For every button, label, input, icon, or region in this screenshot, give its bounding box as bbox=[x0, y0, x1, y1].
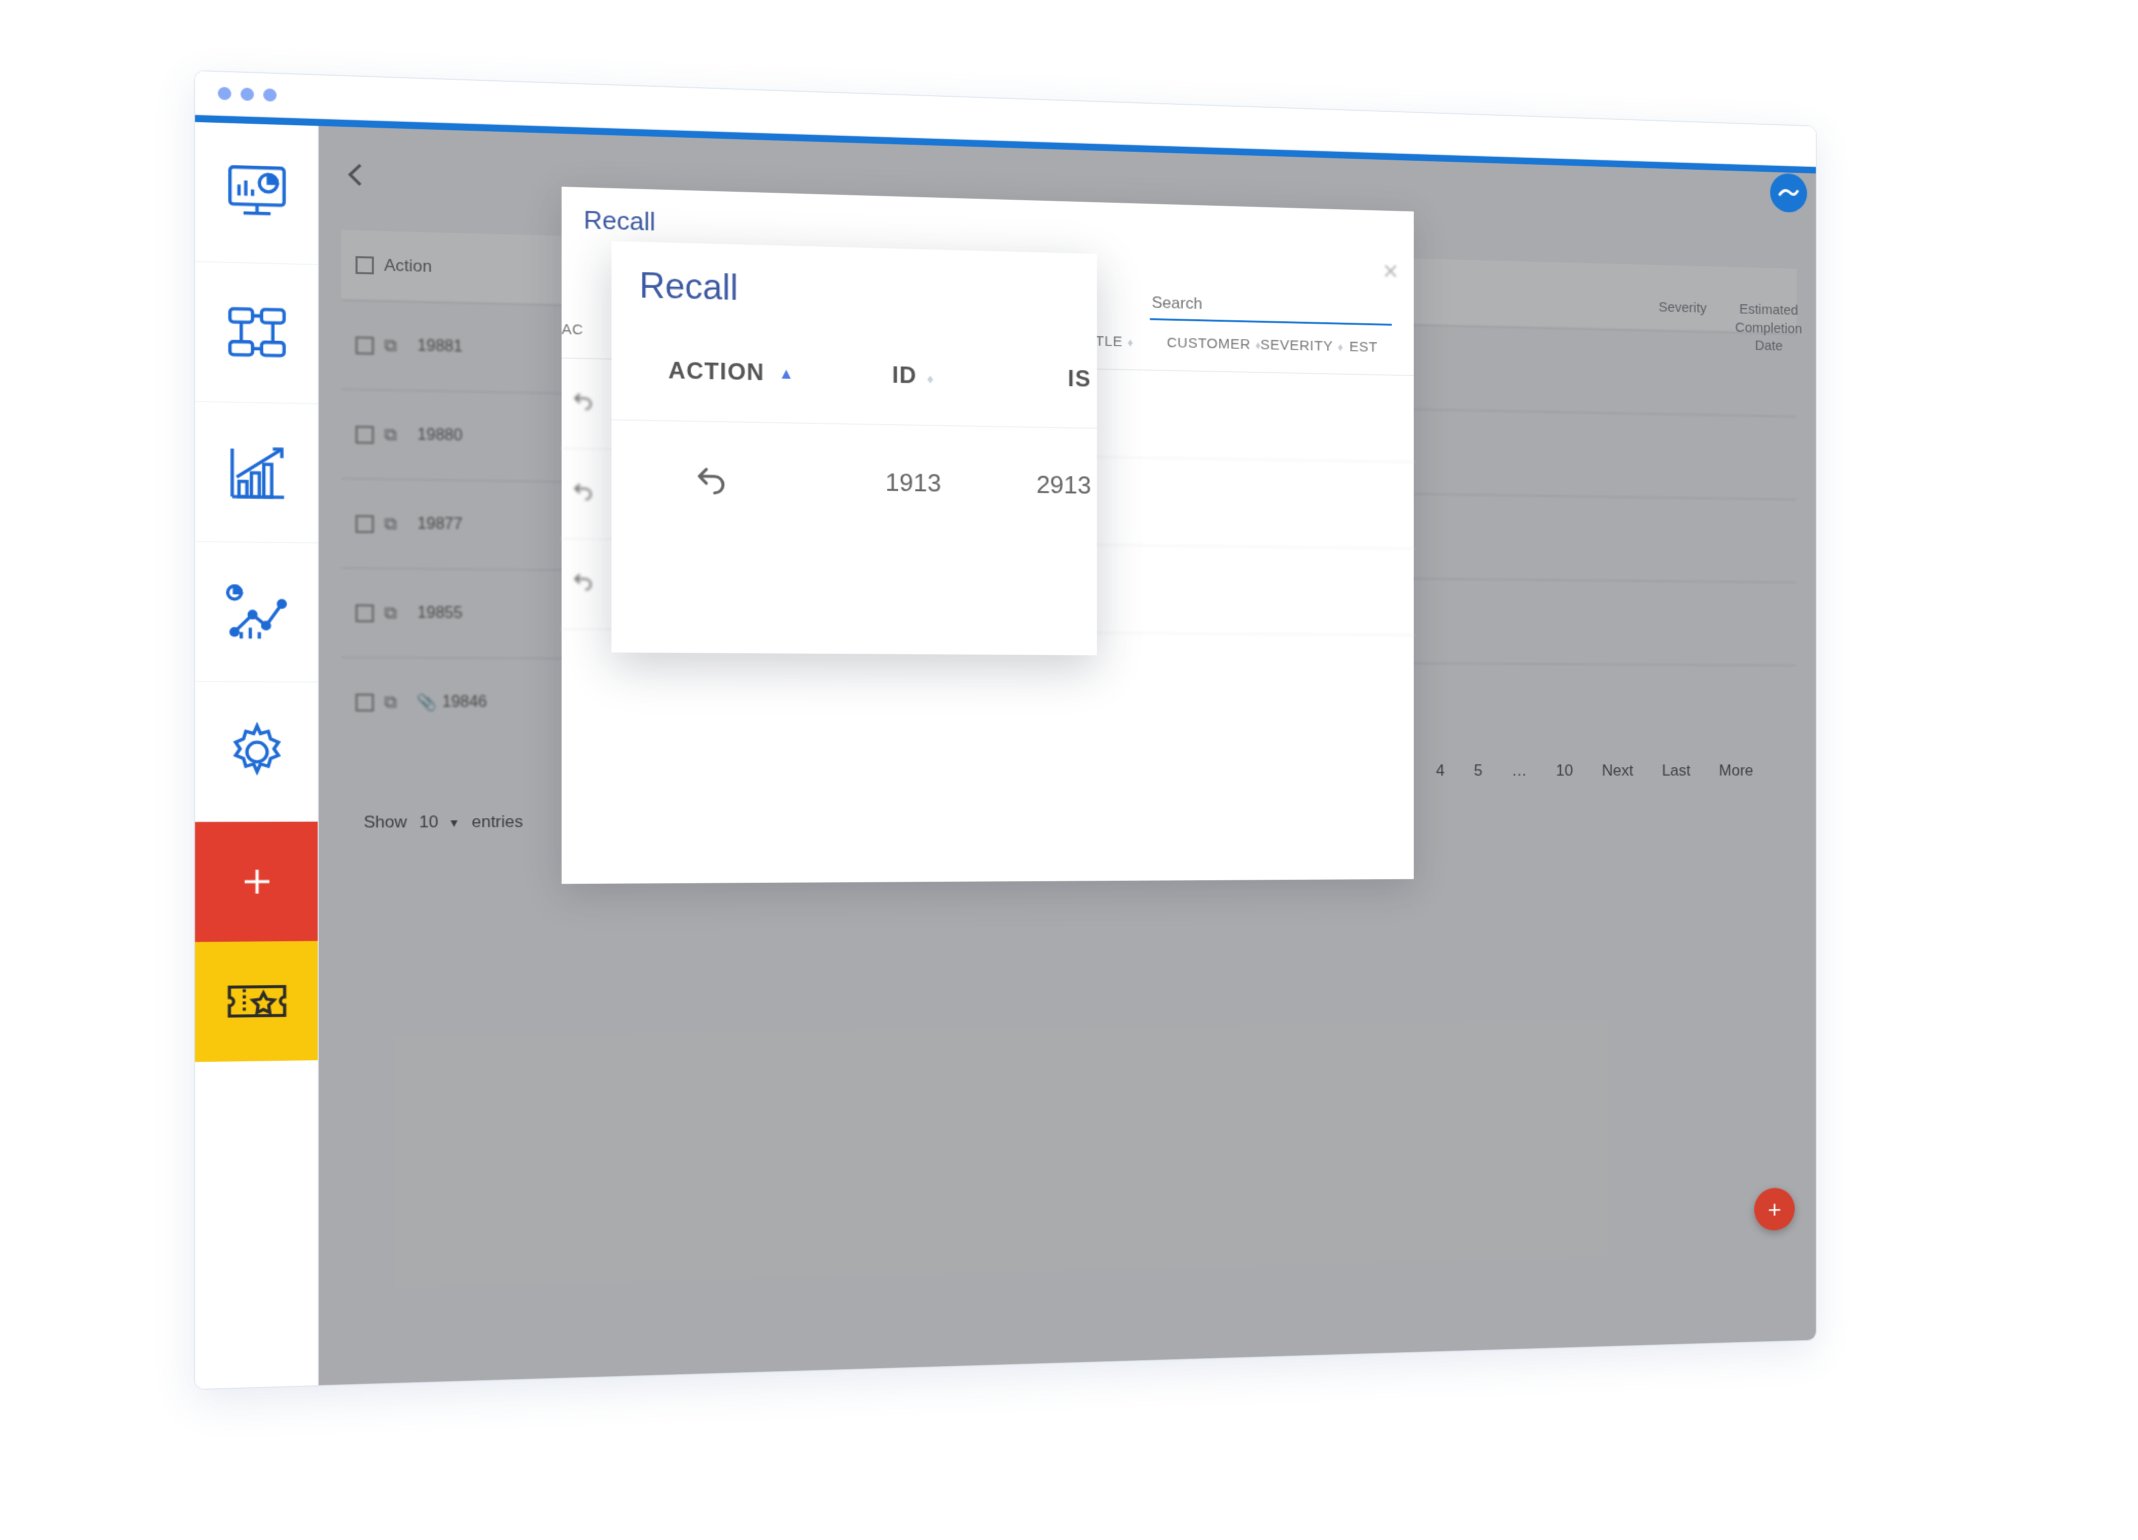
browser-window: Action ⧉19881 ⧉19880 ⧉19877 ⧉19855 ⧉📎 19… bbox=[194, 70, 1817, 1390]
column-severity[interactable]: SEVERITY bbox=[1260, 337, 1333, 355]
sort-icon[interactable]: ♦ bbox=[1338, 340, 1344, 353]
undo-icon[interactable] bbox=[611, 462, 808, 498]
search-input[interactable] bbox=[1150, 288, 1392, 326]
sort-icon[interactable]: ♦ bbox=[1128, 336, 1134, 349]
sidebar-item-workflow[interactable] bbox=[195, 262, 318, 404]
window-dot[interactable] bbox=[241, 88, 254, 101]
column-est[interactable]: EST bbox=[1349, 339, 1377, 356]
sidebar-add-button[interactable] bbox=[195, 822, 318, 942]
column-action: AC bbox=[562, 321, 618, 339]
column-id[interactable]: ID bbox=[892, 362, 917, 389]
sidebar-item-analytics[interactable] bbox=[195, 542, 318, 683]
brand-badge bbox=[1770, 173, 1807, 213]
sidebar bbox=[195, 122, 319, 1389]
row-id: 1913 bbox=[809, 466, 1017, 499]
window-dot[interactable] bbox=[218, 87, 231, 100]
column-action[interactable]: ACTION bbox=[668, 358, 764, 386]
close-icon[interactable]: ✕ bbox=[1382, 260, 1399, 285]
column-severity: Severity bbox=[1646, 298, 1720, 354]
sidebar-item-settings[interactable] bbox=[195, 682, 318, 822]
modal-table-header: ACTION ▲ ID ♦ IS bbox=[611, 321, 1096, 427]
sort-ascending-icon[interactable]: ▲ bbox=[778, 366, 794, 383]
sidebar-item-trends[interactable] bbox=[195, 402, 318, 543]
sort-icon[interactable]: ♦ bbox=[927, 371, 935, 387]
column-is[interactable]: IS bbox=[1068, 366, 1091, 392]
bg-right-columns: Severity Estimated Completion Date bbox=[1646, 298, 1806, 356]
column-estimated-completion-date: Estimated Completion Date bbox=[1732, 300, 1805, 356]
sidebar-item-dashboard[interactable] bbox=[195, 122, 318, 265]
modal-row[interactable]: 1913 2913 bbox=[611, 419, 1096, 542]
column-customer[interactable]: CUSTOMER bbox=[1167, 335, 1251, 353]
recall-modal-front: Recall ACTION ▲ ID ♦ IS 1913 2913 bbox=[611, 241, 1096, 655]
main-content: Action ⧉19881 ⧉19880 ⧉19877 ⧉19855 ⧉📎 19… bbox=[319, 126, 1816, 1385]
sidebar-ticket-button[interactable] bbox=[195, 941, 318, 1062]
window-dot[interactable] bbox=[263, 88, 276, 101]
modal-title: Recall bbox=[611, 241, 1096, 332]
plus-icon: + bbox=[1768, 1195, 1781, 1224]
row-is: 2913 bbox=[1017, 470, 1097, 501]
